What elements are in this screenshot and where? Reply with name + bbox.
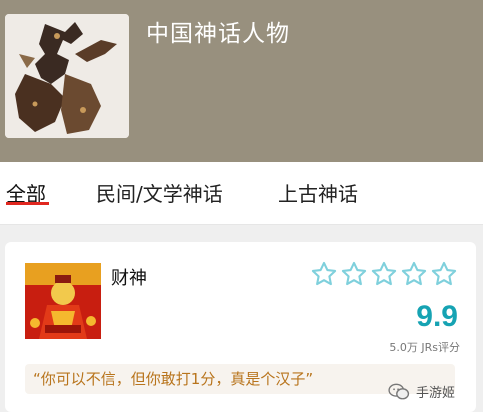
rating-count: 5.0万 JRs评分 <box>389 341 460 354</box>
tab-ancient-myths[interactable]: 上古神话 <box>278 178 358 207</box>
star-rating[interactable] <box>310 260 458 288</box>
tab-folk-literary-myths[interactable]: 民间/文学神话 <box>96 178 223 207</box>
header-banner: 中国神话人物 <box>0 0 483 162</box>
caishen-thumbnail <box>25 263 101 339</box>
score-value: 9.9 <box>416 300 458 333</box>
watermark: 手游姬 <box>388 382 455 401</box>
wechat-icon <box>388 383 410 399</box>
star-outline-icon[interactable] <box>400 260 428 288</box>
page-title: 中国神话人物 <box>146 21 290 47</box>
star-outline-icon[interactable] <box>370 260 398 288</box>
cover-image <box>5 14 129 138</box>
star-outline-icon[interactable] <box>340 260 368 288</box>
active-tab-indicator <box>6 202 49 205</box>
watermark-label: 手游姬 <box>416 386 456 401</box>
star-outline-icon[interactable] <box>310 260 338 288</box>
category-tabs: 全部 民间/文学神话 上古神话 <box>0 162 483 225</box>
star-outline-icon[interactable] <box>430 260 458 288</box>
item-name: 财神 <box>111 268 147 289</box>
